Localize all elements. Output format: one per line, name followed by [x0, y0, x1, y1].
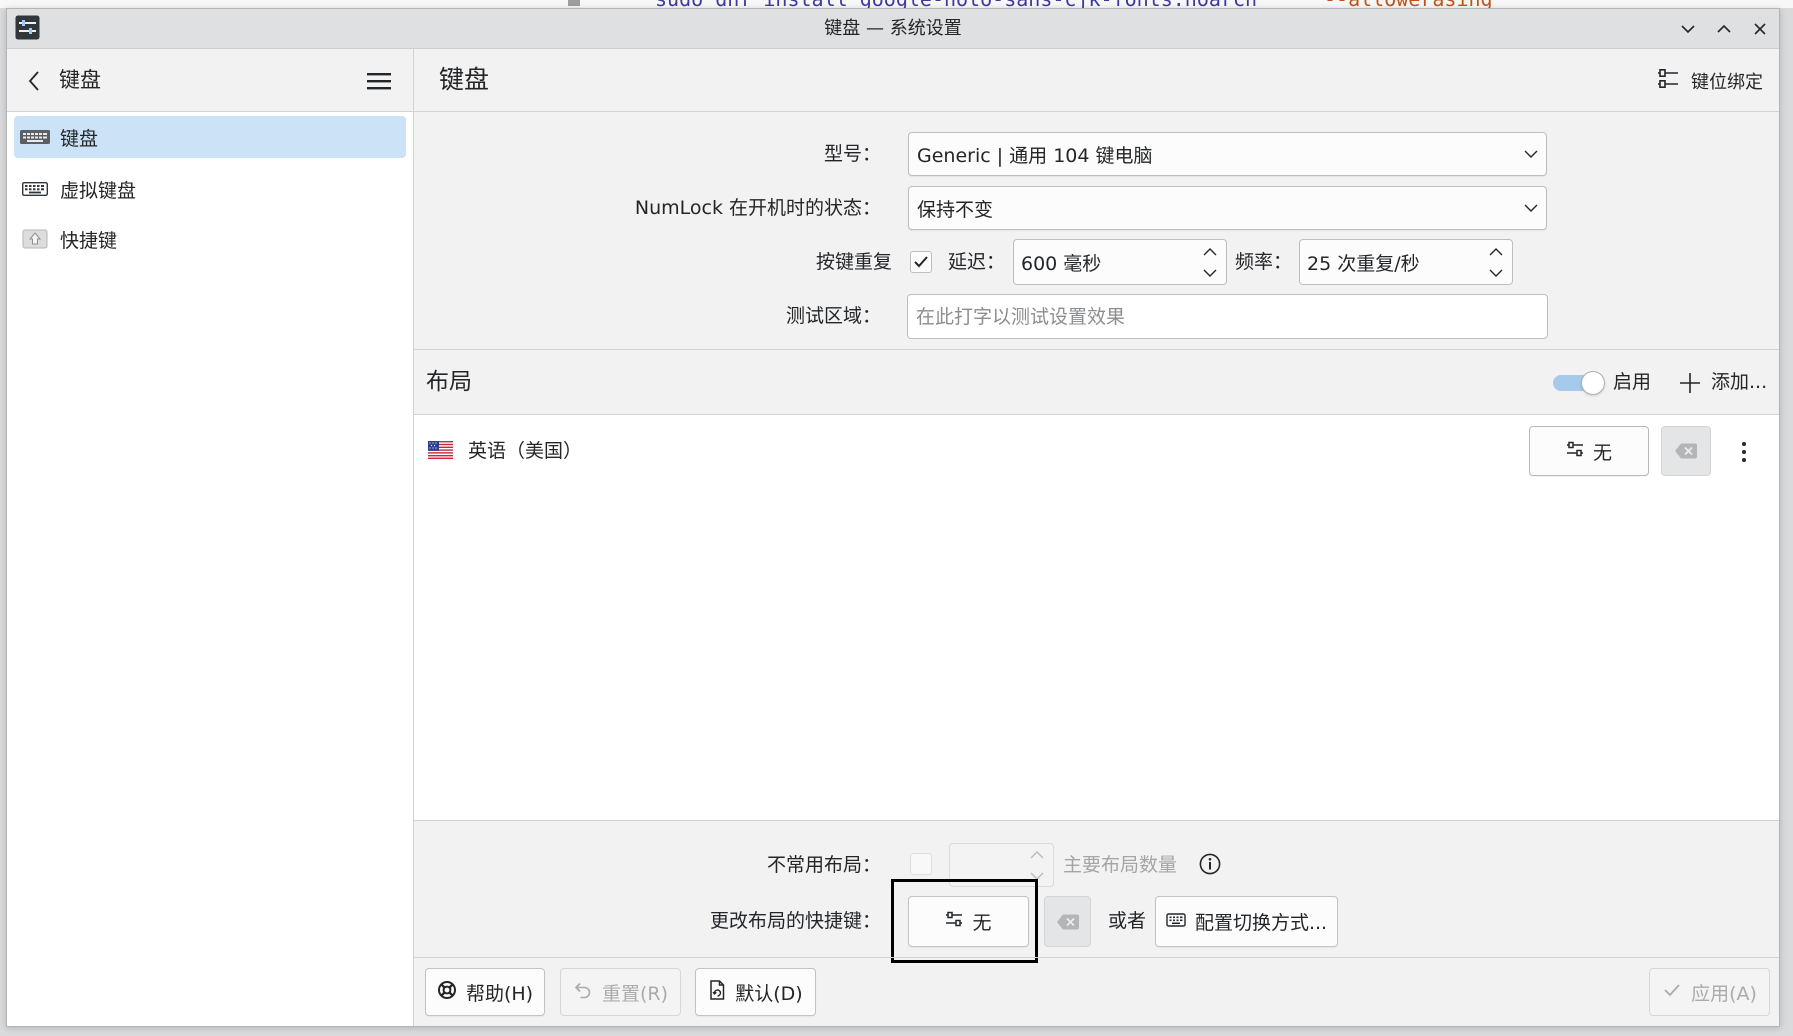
numlock-combobox[interactable]: 保持不变 [908, 186, 1547, 230]
test-area-input[interactable] [907, 294, 1548, 339]
delay-value: 600 毫秒 [1021, 252, 1102, 275]
layouts-enable-label[interactable]: 启用 [1613, 350, 1651, 414]
spare-layouts-label: 不常用布局： [766, 854, 881, 876]
maximize-icon[interactable] [1714, 19, 1734, 39]
terminal-flag: --allowerasing [1324, 0, 1493, 8]
virtual-keyboard-icon [20, 181, 50, 197]
spin-arrows[interactable] [1202, 240, 1218, 284]
chevron-down-icon [1524, 150, 1538, 158]
clear-layout-shortcut-button[interactable] [1661, 426, 1711, 476]
header-row [7, 49, 1779, 112]
sidebar-title: 键盘 [59, 68, 101, 92]
configure-icon [1566, 440, 1584, 463]
window-title: 键盘 — 系统设置 [824, 18, 962, 39]
key-repeat-label: 按键重复 [815, 251, 892, 273]
key-bindings-button[interactable]: 键位绑定 [1653, 61, 1767, 101]
terminal-block [568, 0, 580, 6]
clear-icon [1675, 443, 1697, 459]
layout-name: 英语（美国） [468, 440, 583, 462]
defaults-label: 默认(D) [735, 982, 803, 1005]
delay-spinbox[interactable]: 600 毫秒 [1013, 239, 1227, 285]
or-label: 或者 [1108, 910, 1147, 932]
background-terminal: sudo dnf install google-noto-sans-cjk-fo… [0, 0, 1793, 8]
spin-up-icon[interactable] [1029, 850, 1045, 860]
numlock-label: NumLock 在开机时的状态： [634, 197, 881, 219]
chevron-down-icon [1524, 204, 1538, 212]
help-label: 帮助(H) [465, 982, 534, 1005]
sidebar-item-label: 键盘 [60, 127, 99, 150]
sidebar-item-label: 快捷键 [60, 229, 118, 252]
model-label: 型号： [823, 143, 881, 165]
clear-switch-shortcut-button[interactable] [1044, 896, 1091, 947]
key-bindings-label: 键位绑定 [1691, 72, 1763, 93]
undo-icon [573, 980, 593, 1005]
configure-switching-button[interactable]: 配置切换方式... [1155, 896, 1338, 947]
configure-icon [1657, 68, 1679, 95]
layouts-title: 布局 [426, 369, 472, 395]
spare-layouts-checkbox[interactable] [910, 853, 932, 875]
delay-label: 延迟： [948, 251, 1006, 273]
settings-window: 键盘 — 系统设置 键盘 键盘 键位绑定 键盘 虚拟键盘 快捷键 型号： Gen… [6, 8, 1780, 1027]
spin-up-icon[interactable] [1202, 247, 1218, 257]
shortcut-key-icon [20, 229, 50, 249]
test-area-label: 测试区域： [785, 305, 881, 327]
key-repeat-checkbox[interactable] [910, 251, 932, 273]
us-flag-icon [428, 441, 453, 459]
layouts-enable-toggle[interactable] [1553, 371, 1605, 395]
numlock-value: 保持不变 [917, 198, 994, 221]
minimize-icon[interactable] [1678, 19, 1698, 39]
terminal-command: sudo dnf install google-noto-sans-cjk-fo… [655, 0, 1257, 8]
hamburger-menu-icon[interactable] [367, 70, 391, 92]
reset-button[interactable]: 重置(R) [560, 968, 681, 1016]
configure-switching-label: 配置切换方式... [1194, 912, 1328, 934]
sidebar-item-virtual-keyboard[interactable]: 虚拟键盘 [14, 168, 406, 210]
model-value: Generic | 通用 104 键电脑 [917, 144, 1153, 167]
close-icon[interactable] [1750, 19, 1770, 39]
rate-spinbox[interactable]: 25 次重复/秒 [1299, 239, 1513, 285]
back-arrow-icon[interactable] [24, 69, 46, 93]
help-button[interactable]: 帮助(H) [425, 968, 545, 1016]
spin-up-icon[interactable] [1488, 247, 1504, 257]
sidebar-item-keyboard[interactable]: 键盘 [14, 116, 406, 158]
check-icon [914, 256, 928, 268]
check-icon [1662, 980, 1682, 1005]
add-layout-button[interactable]: 添加... [1711, 350, 1767, 414]
layout-shortcut-button[interactable]: 无 [1529, 426, 1649, 476]
rate-value: 25 次重复/秒 [1307, 252, 1420, 275]
section-divider [414, 349, 1779, 350]
spin-down-icon[interactable] [1202, 268, 1218, 278]
spin-arrows[interactable] [1488, 240, 1504, 284]
spare-layouts-hint: 主要布局数量 [1063, 854, 1178, 876]
apply-button[interactable]: 应用(A) [1649, 968, 1770, 1016]
switch-shortcut-label: 更改布局的快捷键： [709, 910, 881, 932]
sidebar-item-shortcuts[interactable]: 快捷键 [14, 218, 406, 260]
keyboard-icon [1166, 911, 1186, 933]
model-combobox[interactable]: Generic | 通用 104 键电脑 [908, 132, 1547, 176]
kebab-menu-icon[interactable] [1740, 441, 1748, 463]
defaults-button[interactable]: 默认(D) [695, 968, 816, 1016]
spin-down-icon[interactable] [1488, 268, 1504, 278]
highlight-box [891, 879, 1038, 963]
clear-icon [1056, 914, 1079, 929]
toggle-knob [1581, 371, 1605, 395]
sidebar-item-label: 虚拟键盘 [60, 179, 137, 202]
plus-icon[interactable] [1679, 372, 1701, 394]
info-icon[interactable] [1199, 853, 1221, 875]
page-title: 键盘 [439, 65, 490, 94]
button-bar-divider [414, 957, 1779, 958]
keyboard-icon [20, 129, 50, 145]
document-icon [708, 979, 726, 1005]
rate-label: 频率： [1235, 251, 1293, 273]
layout-shortcut-value: 无 [1592, 441, 1612, 464]
title-bar[interactable]: 键盘 — 系统设置 [7, 9, 1779, 49]
help-icon [437, 980, 457, 1005]
apply-label: 应用(A) [1691, 982, 1757, 1005]
reset-label: 重置(R) [601, 982, 669, 1005]
